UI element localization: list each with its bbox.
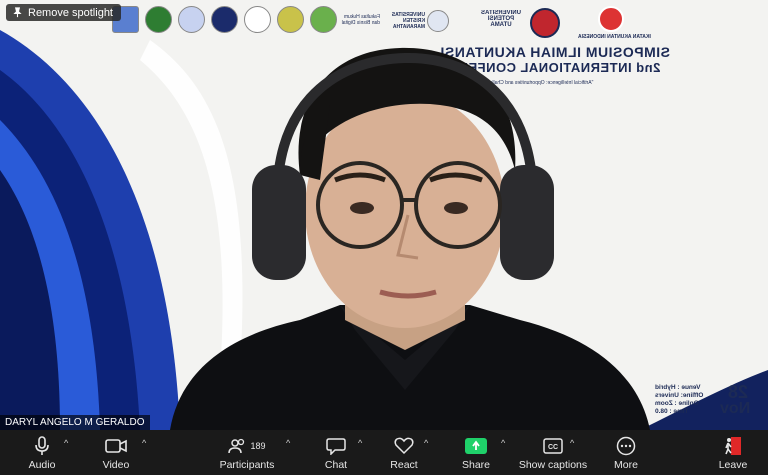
audio-button[interactable]: Audio bbox=[22, 430, 62, 475]
react-button[interactable]: React bbox=[386, 430, 422, 475]
chat-icon bbox=[326, 435, 346, 457]
microphone-icon bbox=[34, 435, 50, 457]
react-label: React bbox=[390, 458, 418, 471]
camera-icon bbox=[105, 435, 127, 457]
participants-options-chevron-icon[interactable]: ^ bbox=[286, 438, 290, 448]
react-options-chevron-icon[interactable]: ^ bbox=[424, 438, 428, 448]
captions-icon: CC bbox=[543, 435, 563, 457]
more-button[interactable]: More bbox=[608, 430, 644, 475]
participants-button[interactable]: 189 Participants bbox=[218, 430, 276, 475]
captions-options-chevron-icon[interactable]: ^ bbox=[570, 438, 574, 448]
remove-spotlight-label: Remove spotlight bbox=[28, 6, 113, 19]
captions-label: Show captions bbox=[518, 458, 588, 471]
leave-door-icon bbox=[723, 435, 743, 457]
leave-label: Leave bbox=[718, 458, 748, 471]
participants-label: Participants bbox=[219, 458, 275, 471]
video-stage: SIMPOSIUM ILMIAH AKUNTANSI 2nd INTERNATI… bbox=[0, 0, 768, 430]
participant-name-tag: DARYL ANGELO M GERALDO bbox=[0, 415, 150, 430]
audio-options-chevron-icon[interactable]: ^ bbox=[64, 438, 68, 448]
video-label: Video bbox=[102, 458, 130, 471]
chat-options-chevron-icon[interactable]: ^ bbox=[358, 438, 362, 448]
pin-icon bbox=[13, 7, 22, 18]
svg-text:CC: CC bbox=[548, 444, 558, 451]
video-options-chevron-icon[interactable]: ^ bbox=[142, 438, 146, 448]
meeting-toolbar: Audio ^ Video ^ 189 Participants ^ Chat … bbox=[0, 430, 768, 475]
participants-icon: 189 bbox=[228, 435, 266, 457]
participants-count: 189 bbox=[250, 440, 266, 451]
remove-spotlight-button[interactable]: Remove spotlight bbox=[6, 4, 121, 21]
share-label: Share bbox=[461, 458, 491, 471]
share-options-chevron-icon[interactable]: ^ bbox=[501, 438, 505, 448]
audio-label: Audio bbox=[28, 458, 56, 471]
share-button[interactable]: Share bbox=[458, 430, 494, 475]
heart-icon bbox=[394, 435, 414, 457]
show-captions-button[interactable]: CC Show captions bbox=[518, 430, 588, 475]
chat-button[interactable]: Chat bbox=[318, 430, 354, 475]
more-dots-icon bbox=[616, 435, 636, 457]
leave-button[interactable]: Leave bbox=[715, 430, 751, 475]
more-label: More bbox=[614, 458, 638, 471]
participant-video bbox=[170, 47, 650, 430]
chat-label: Chat bbox=[324, 458, 348, 471]
video-button[interactable]: Video bbox=[96, 430, 136, 475]
share-screen-icon bbox=[465, 437, 487, 454]
